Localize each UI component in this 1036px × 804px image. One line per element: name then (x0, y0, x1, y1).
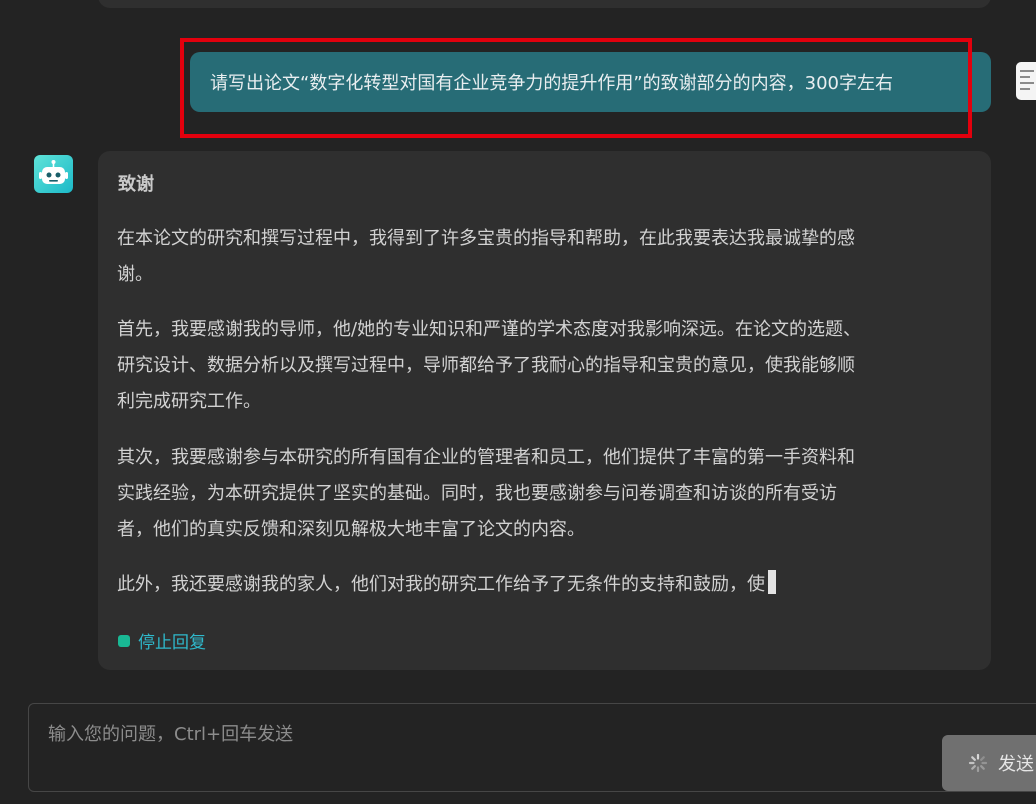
paragraph-line: 利完成研究工作。 (117, 391, 261, 412)
previous-message-card (98, 0, 991, 8)
paragraph-line: 在本论文的研究和撰写过程中，我得到了许多宝贵的指导和帮助，在此我要表达我最诚挚的… (117, 228, 855, 249)
response-paragraph: 此外，我还要感谢我的家人，他们对我的研究工作给予了无条件的支持和鼓励，使 (117, 567, 967, 603)
paragraph-line: 其次，我要感谢参与本研究的所有国有企业的管理者和员工，他们提供了丰富的第一手资料… (117, 447, 855, 468)
stop-icon (118, 634, 130, 647)
response-paragraph: 在本论文的研究和撰写过程中，我得到了许多宝贵的指导和帮助，在此我要表达我最诚挚的… (117, 221, 967, 293)
question-input[interactable] (48, 718, 928, 750)
paragraph-line: 此外，我还要感谢我的家人，他们对我的研究工作给予了无条件的支持和鼓励，使 (117, 574, 765, 595)
typing-cursor (768, 570, 776, 594)
paragraph-line: 研究设计、数据分析以及撰写过程中，导师都给予了我耐心的指导和宝贵的意见，使我能够… (117, 355, 855, 376)
user-message-bubble: 请写出论文“数字化转型对国有企业竞争力的提升作用”的致谢部分的内容，300字左右 (190, 52, 991, 112)
paragraph-line: 者，他们的真实反馈和深刻见解极大地丰富了论文的内容。 (117, 519, 585, 540)
paragraph-line: 首先，我要感谢我的导师，他/她的专业知识和严谨的学术态度对我影响深远。在论文的选… (117, 319, 862, 340)
stop-reply-button[interactable]: 停止回复 (118, 628, 206, 653)
response-paragraph: 其次，我要感谢参与本研究的所有国有企业的管理者和员工，他们提供了丰富的第一手资料… (117, 440, 967, 548)
bot-avatar (34, 155, 73, 193)
robot-icon (39, 160, 68, 184)
paragraph-line: 谢。 (117, 264, 153, 285)
send-button-label: 发送 (998, 754, 1034, 775)
response-paragraph: 首先，我要感谢我的导师，他/她的专业知识和严谨的学术态度对我影响深远。在论文的选… (117, 312, 967, 420)
send-button[interactable]: 发送 (942, 735, 1036, 791)
loading-spinner-icon (968, 753, 988, 773)
stop-reply-label: 停止回复 (138, 633, 206, 653)
user-avatar (1016, 62, 1036, 100)
response-title: 致谢 (118, 174, 154, 195)
user-message-text: 请写出论文“数字化转型对国有企业竞争力的提升作用”的致谢部分的内容，300字左右 (210, 73, 894, 94)
chat-window: 请写出论文“数字化转型对国有企业竞争力的提升作用”的致谢部分的内容，300字左右… (0, 0, 1036, 804)
paragraph-line: 实践经验，为本研究提供了坚实的基础。同时，我也要感谢参与问卷调查和访谈的所有受访 (117, 483, 837, 504)
